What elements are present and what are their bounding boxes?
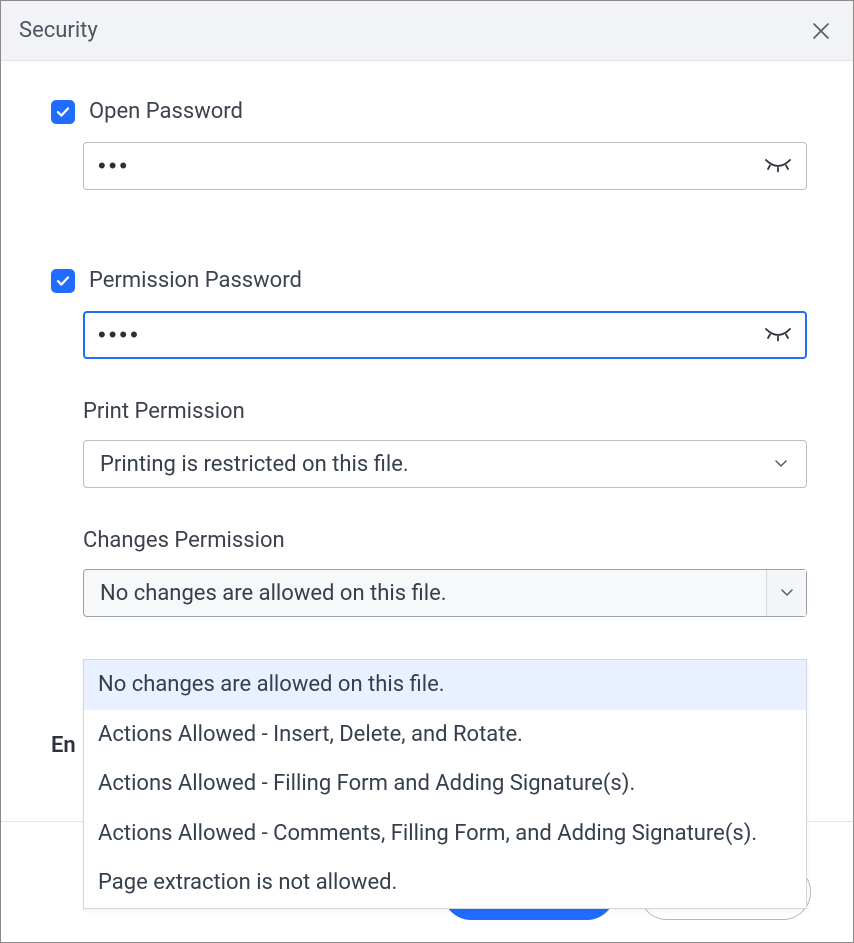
check-icon — [55, 273, 71, 289]
open-password-row: Open Password — [51, 99, 807, 124]
permission-password-visibility-toggle[interactable] — [764, 321, 792, 349]
open-password-visibility-toggle[interactable] — [764, 152, 792, 180]
changes-permission-select[interactable]: No changes are allowed on this file. — [83, 569, 807, 617]
dropdown-option[interactable]: Actions Allowed - Insert, Delete, and Ro… — [84, 710, 806, 760]
print-permission-value: Printing is restricted on this file. — [100, 452, 772, 477]
permission-password-row: Permission Password — [51, 268, 807, 293]
permission-password-input[interactable]: •••• — [83, 311, 807, 359]
dropdown-option[interactable]: Actions Allowed - Comments, Filling Form… — [84, 809, 806, 859]
print-permission-select[interactable]: Printing is restricted on this file. — [83, 440, 807, 488]
eye-closed-icon — [765, 327, 791, 343]
dropdown-option[interactable]: No changes are allowed on this file. — [84, 660, 806, 710]
dropdown-option[interactable]: Actions Allowed - Filling Form and Addin… — [84, 759, 806, 809]
permission-password-checkbox[interactable] — [51, 269, 75, 293]
close-button[interactable] — [807, 17, 835, 45]
open-password-label: Open Password — [89, 99, 243, 124]
title-bar: Security — [1, 1, 853, 61]
changes-permission-value: No changes are allowed on this file. — [100, 581, 766, 606]
dialog-content: Open Password ••• Permission Password — [1, 61, 853, 942]
encryption-label: En — [51, 733, 76, 758]
print-permission-label: Print Permission — [83, 399, 807, 424]
permission-password-label: Permission Password — [89, 268, 302, 293]
chevron-down-icon — [766, 570, 806, 616]
security-dialog: Security Open Password ••• — [0, 0, 854, 943]
open-password-input[interactable]: ••• — [83, 142, 807, 190]
changes-permission-dropdown: No changes are allowed on this file. Act… — [83, 659, 807, 909]
eye-closed-icon — [765, 158, 791, 174]
permission-password-value: •••• — [98, 322, 764, 348]
close-icon — [811, 21, 831, 41]
open-password-checkbox[interactable] — [51, 100, 75, 124]
dropdown-option[interactable]: Page extraction is not allowed. — [84, 858, 806, 908]
check-icon — [55, 104, 71, 120]
changes-permission-label: Changes Permission — [83, 528, 807, 553]
open-password-value: ••• — [98, 153, 764, 179]
dialog-title: Security — [19, 18, 98, 43]
chevron-down-icon — [772, 455, 790, 473]
